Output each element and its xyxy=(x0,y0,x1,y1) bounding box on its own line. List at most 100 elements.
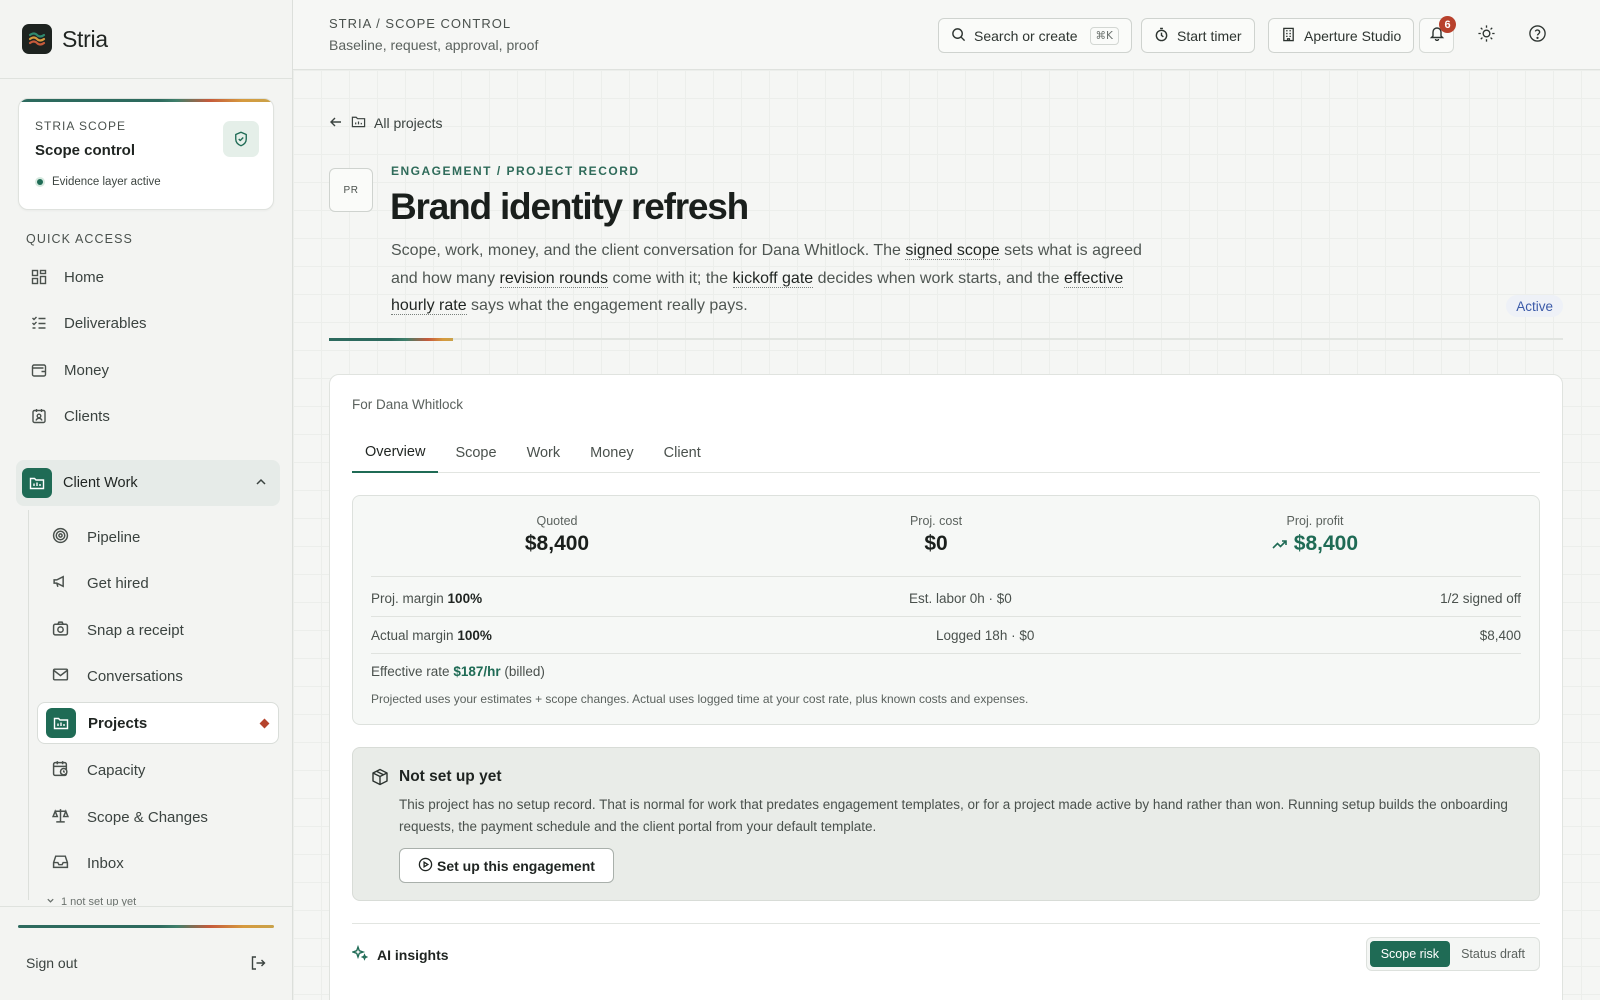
est-labor: Est. labor 0h · $0 xyxy=(909,591,1012,606)
sidebar-item-deliverables[interactable]: Deliverables xyxy=(30,303,147,343)
term-signed-scope[interactable]: signed scope xyxy=(905,242,1000,260)
page-description: Scope, work, money, and the client conve… xyxy=(391,237,1151,320)
actual-margin-label: Actual margin xyxy=(371,628,454,643)
term-revision-rounds[interactable]: revision rounds xyxy=(499,269,609,288)
financial-summary: Quoted $8,400 Proj. cost $0 Proj. profit… xyxy=(352,495,1540,725)
metric-quoted: Quoted $8,400 xyxy=(457,514,657,556)
scope-card-status-text: Evidence layer active xyxy=(52,176,161,188)
sidebar-item-clients[interactable]: Clients xyxy=(30,396,110,436)
inbox-icon xyxy=(52,853,69,874)
start-timer-button[interactable]: Start timer xyxy=(1141,18,1255,53)
profit-value: $8,400 xyxy=(1293,532,1359,555)
divider xyxy=(0,78,292,79)
status-draft-option[interactable]: Status draft xyxy=(1450,941,1536,967)
sidebar-item-projects[interactable]: Projects xyxy=(37,702,279,744)
status-dot-icon xyxy=(35,177,45,187)
search-button[interactable]: Search or create ⌘K xyxy=(938,18,1132,53)
sub-nav-guide xyxy=(28,510,29,900)
sidebar-item-conversations[interactable]: Conversations xyxy=(52,656,183,696)
sidebar-item-label: Money xyxy=(64,361,110,379)
sidebar-item-label: Inbox xyxy=(87,854,124,872)
project-tabs: Overview Scope Work Money Client xyxy=(352,433,1540,473)
setup-text: This project has no setup record. That i… xyxy=(399,797,1508,834)
setup-engagement-button[interactable]: Set up this engagement xyxy=(399,848,614,883)
theme-toggle[interactable] xyxy=(1469,18,1504,53)
sign-out-button[interactable]: Sign out xyxy=(26,955,77,971)
sidebar-item-inbox[interactable]: Inbox xyxy=(52,843,124,883)
setup-button-label: Set up this engagement xyxy=(437,857,595,874)
sidebar-group-client-work[interactable]: Client Work xyxy=(16,460,280,506)
setup-title: Not set up yet xyxy=(399,768,502,785)
sidebar-item-label: Snap a receipt xyxy=(87,621,184,639)
tab-money[interactable]: Money xyxy=(577,433,647,473)
folder-chart-icon xyxy=(22,468,52,498)
target-icon xyxy=(52,527,69,548)
desc-text: decides when work starts, and the xyxy=(813,269,1064,287)
tab-overview[interactable]: Overview xyxy=(352,433,439,473)
sidebar-item-capacity[interactable]: Capacity xyxy=(52,750,145,790)
metric-value: $8,400 xyxy=(1215,532,1415,556)
rate-suffix: (billed) xyxy=(504,664,545,679)
tab-work[interactable]: Work xyxy=(514,433,574,473)
logout-icon[interactable] xyxy=(250,955,266,976)
divider xyxy=(371,616,1521,617)
camera-icon xyxy=(52,620,69,641)
logged-time: Logged 18h · $0 xyxy=(936,628,1035,643)
sparkle-icon xyxy=(350,944,369,964)
topbar: STRIA / SCOPE CONTROL Baseline, request,… xyxy=(293,0,1600,70)
folder-icon xyxy=(351,114,366,132)
sidebar-item-scope-changes[interactable]: Scope & Changes xyxy=(51,797,208,837)
tab-scope[interactable]: Scope xyxy=(442,433,509,473)
project-panel: For Dana Whitlock Overview Scope Work Mo… xyxy=(329,374,1563,1000)
notifications-button[interactable]: 6 xyxy=(1419,16,1456,53)
sidebar-item-pipeline[interactable]: Pipeline xyxy=(52,517,140,557)
tab-client[interactable]: Client xyxy=(651,433,714,473)
sidebar-item-get-hired[interactable]: Get hired xyxy=(52,563,149,603)
rate-row: Effective rate $187/hr (billed) xyxy=(371,664,1521,679)
back-to-projects-link[interactable]: All projects xyxy=(329,114,442,132)
rate-label: Effective rate xyxy=(371,664,450,679)
actual-value: $8,400 xyxy=(1479,628,1521,643)
header-divider xyxy=(329,338,1563,341)
sidebar-item-money[interactable]: Money xyxy=(30,350,109,390)
page-title: Brand identity refresh xyxy=(390,186,749,227)
scope-card[interactable]: STRIA SCOPE Scope control Evidence layer… xyxy=(18,98,274,210)
proj-margin-label: Proj. margin xyxy=(371,591,444,606)
megaphone-icon xyxy=(52,573,69,594)
sidebar-item-snap-receipt[interactable]: Snap a receipt xyxy=(52,610,184,650)
term-kickoff-gate[interactable]: kickoff gate xyxy=(732,269,814,288)
scope-risk-option[interactable]: Scope risk xyxy=(1369,941,1451,967)
signed-off-count: 1/2 signed off xyxy=(1440,591,1521,606)
sidebar-group-label: Client Work xyxy=(63,475,138,491)
metric-proj-profit: Proj. profit $8,400 xyxy=(1215,514,1415,556)
breadcrumb-subtitle: Baseline, request, approval, proof xyxy=(329,37,539,53)
divider xyxy=(371,576,1521,577)
status-badge: Active xyxy=(1506,295,1563,317)
help-button[interactable] xyxy=(1520,18,1555,53)
mail-icon xyxy=(52,666,69,687)
projected-row: Proj. margin 100% Est. labor 0h · $0 1/2… xyxy=(371,591,1521,606)
folder-chart-icon xyxy=(46,708,76,738)
sidebar-item-label: Scope & Changes xyxy=(87,808,208,826)
quick-access-label: QUICK ACCESS xyxy=(26,232,133,246)
divider xyxy=(371,653,1521,654)
page-eyebrow: ENGAGEMENT / PROJECT RECORD xyxy=(391,164,640,178)
brand[interactable]: Stria xyxy=(22,24,108,54)
package-icon xyxy=(371,768,389,791)
metric-label: Proj. cost xyxy=(909,514,963,528)
help-icon xyxy=(1528,24,1547,48)
chevron-up-icon[interactable] xyxy=(254,475,268,494)
desc-text: says what the engagement really pays. xyxy=(466,297,748,314)
ai-insights-label: AI insights xyxy=(377,946,449,963)
sidebar-item-label: Projects xyxy=(88,714,148,732)
sidebar-item-home[interactable]: Home xyxy=(30,257,104,297)
search-label: Search or create xyxy=(974,27,1078,44)
setup-callout: Not set up yet This project has no setup… xyxy=(352,747,1540,901)
sidebar-item-label: Pipeline xyxy=(87,528,141,546)
gradient-bar xyxy=(19,99,273,102)
building-icon xyxy=(1281,27,1296,45)
gradient-bar xyxy=(18,925,274,928)
workspace-button[interactable]: Aperture Studio xyxy=(1268,18,1415,53)
desc-text: Scope, work, money, and the client conve… xyxy=(391,242,906,259)
checklist-icon xyxy=(30,314,48,332)
